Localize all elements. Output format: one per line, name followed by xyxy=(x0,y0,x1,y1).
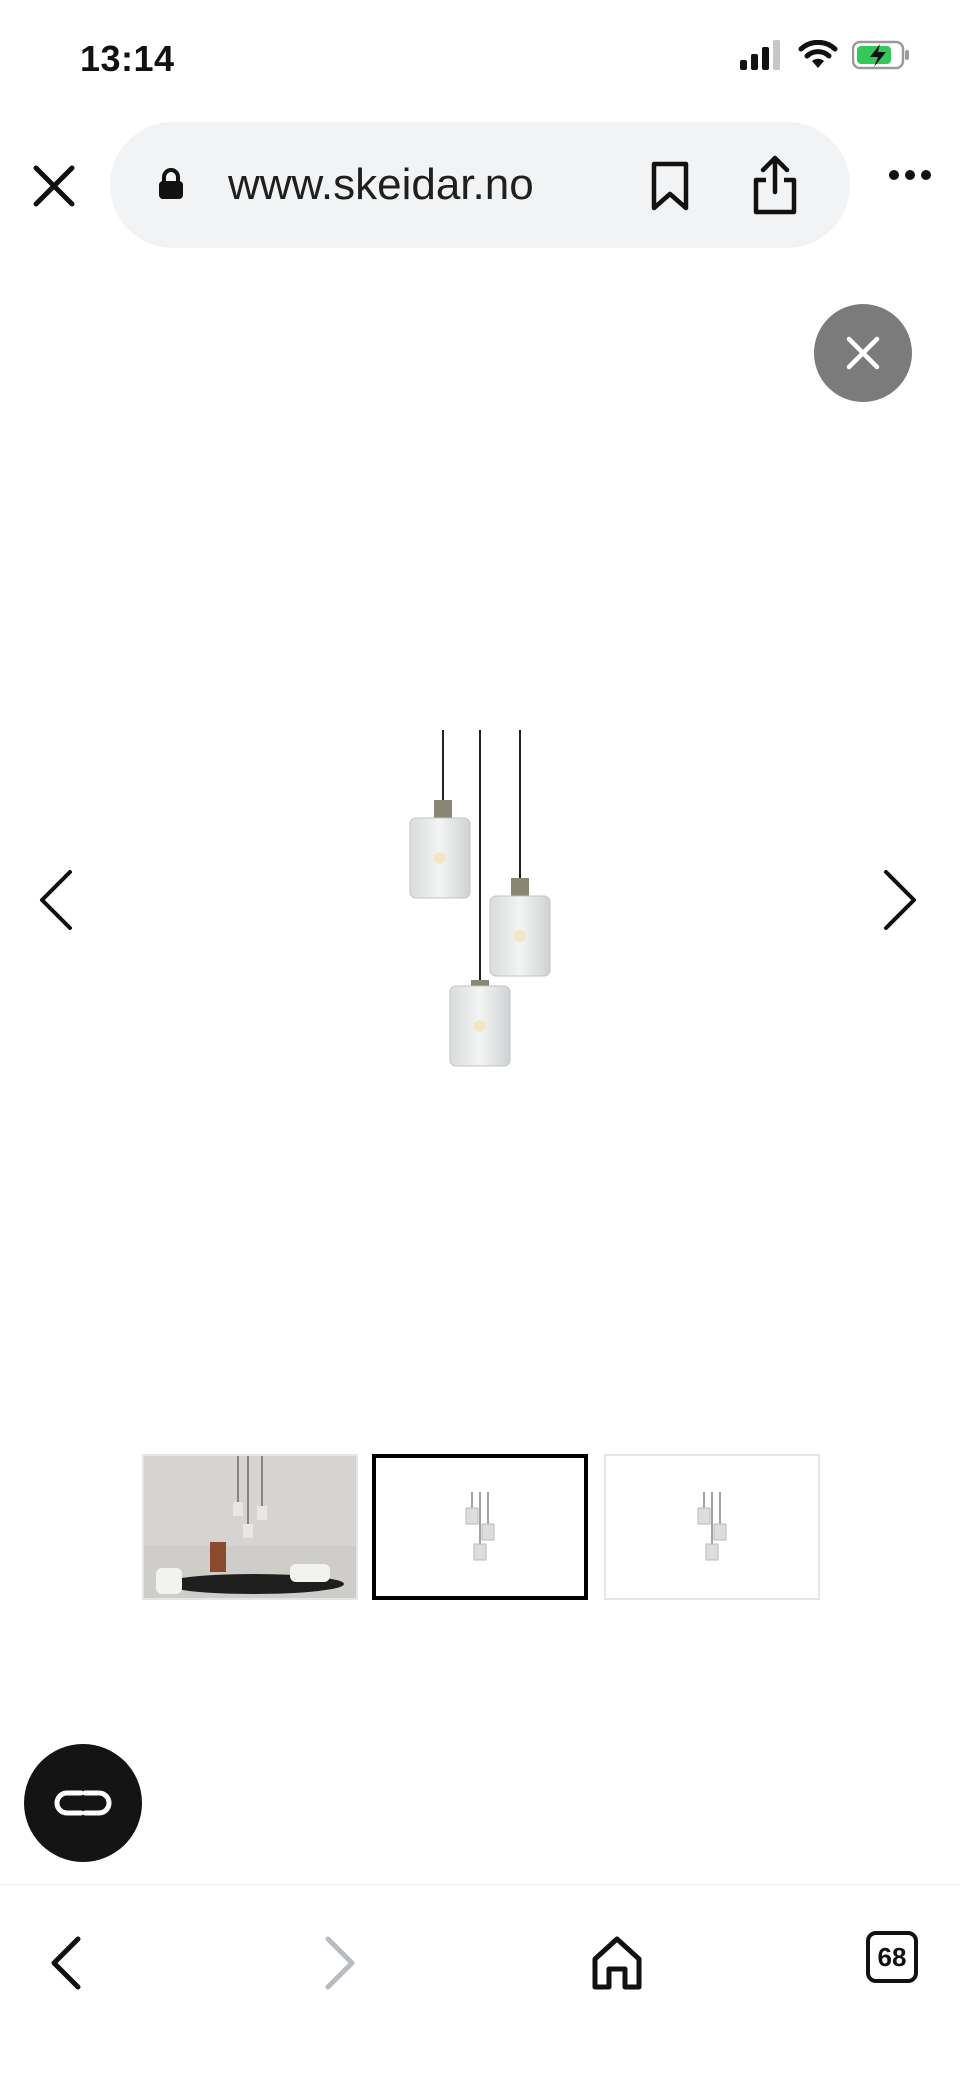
more-menu-button[interactable] xyxy=(888,168,932,186)
share-button[interactable] xyxy=(750,154,800,221)
pendant-lamp-product-alt xyxy=(606,1456,818,1598)
link-button[interactable] xyxy=(24,1744,142,1862)
thumbnail-3[interactable] xyxy=(604,1454,820,1600)
bookmark-icon xyxy=(651,161,689,211)
status-time: 13:14 xyxy=(80,38,175,79)
back-button[interactable] xyxy=(48,1935,84,1996)
close-icon xyxy=(33,165,75,207)
bookmark-button[interactable] xyxy=(650,160,690,217)
battery-charging-icon xyxy=(852,40,909,70)
thumbnail-1[interactable] xyxy=(142,1454,358,1600)
pendant-lamp-product xyxy=(376,1458,584,1596)
previous-image-button[interactable] xyxy=(36,868,76,937)
chevron-left-icon xyxy=(40,870,72,930)
home-button[interactable] xyxy=(590,1935,644,1996)
chevron-right-icon xyxy=(884,870,916,930)
close-tab-button[interactable] xyxy=(28,160,80,212)
lock-icon xyxy=(159,168,183,199)
status-icons xyxy=(740,40,912,70)
wifi-icon xyxy=(798,40,838,68)
dining-room-lamp-photo xyxy=(144,1456,356,1598)
share-icon xyxy=(753,155,797,215)
close-icon xyxy=(846,336,880,370)
gallery-close-button[interactable] xyxy=(814,304,912,402)
more-icon xyxy=(889,170,931,180)
tabs-button[interactable]: 68 xyxy=(866,1931,918,1983)
home-icon xyxy=(592,1936,642,1990)
thumbnail-2[interactable] xyxy=(372,1454,588,1600)
link-icon xyxy=(54,1790,112,1816)
next-image-button[interactable] xyxy=(880,868,920,937)
forward-button[interactable] xyxy=(322,1935,358,1996)
address-bar[interactable]: www.skeidar.no xyxy=(110,122,850,248)
browser-bottom-bar: 68 xyxy=(0,1884,960,2079)
forward-icon xyxy=(325,1936,355,1990)
back-icon xyxy=(51,1936,81,1990)
cellular-signal-icon xyxy=(740,40,780,70)
product-main-image xyxy=(409,730,551,1067)
url-text: www.skeidar.no xyxy=(228,160,534,209)
